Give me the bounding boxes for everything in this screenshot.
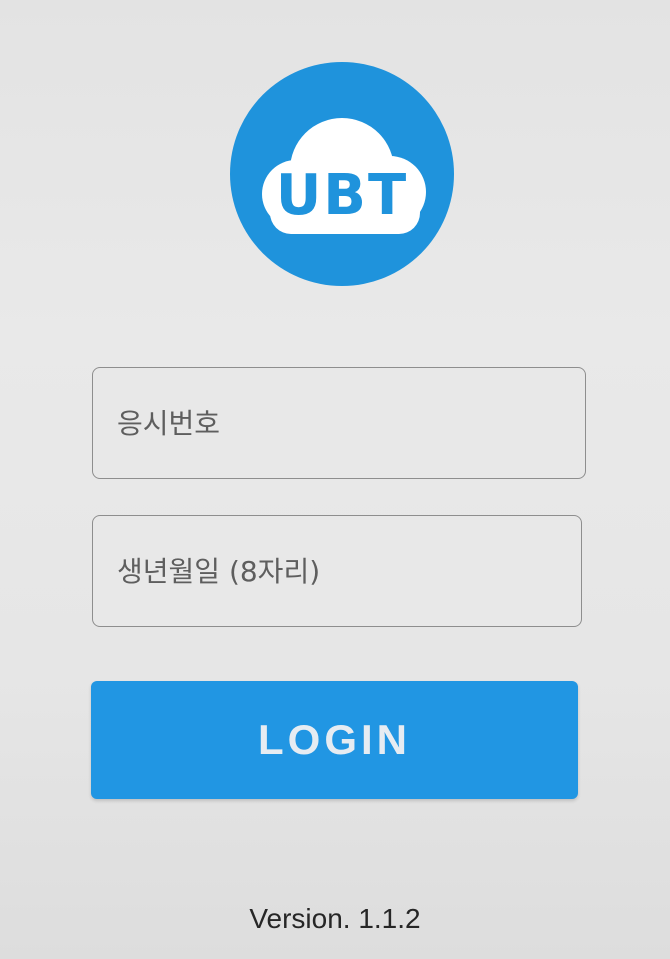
login-screen: UBT LOGIN Version. 1.1.2 — [0, 0, 670, 959]
exam-number-input[interactable] — [93, 368, 585, 478]
ubt-logo: UBT — [230, 62, 454, 286]
login-button[interactable]: LOGIN — [91, 681, 578, 799]
birthdate-field[interactable] — [92, 515, 582, 627]
version-label: Version. 1.1.2 — [249, 903, 421, 934]
birthdate-input[interactable] — [93, 516, 581, 626]
exam-number-field[interactable] — [92, 367, 586, 479]
logo-text: UBT — [275, 163, 409, 228]
